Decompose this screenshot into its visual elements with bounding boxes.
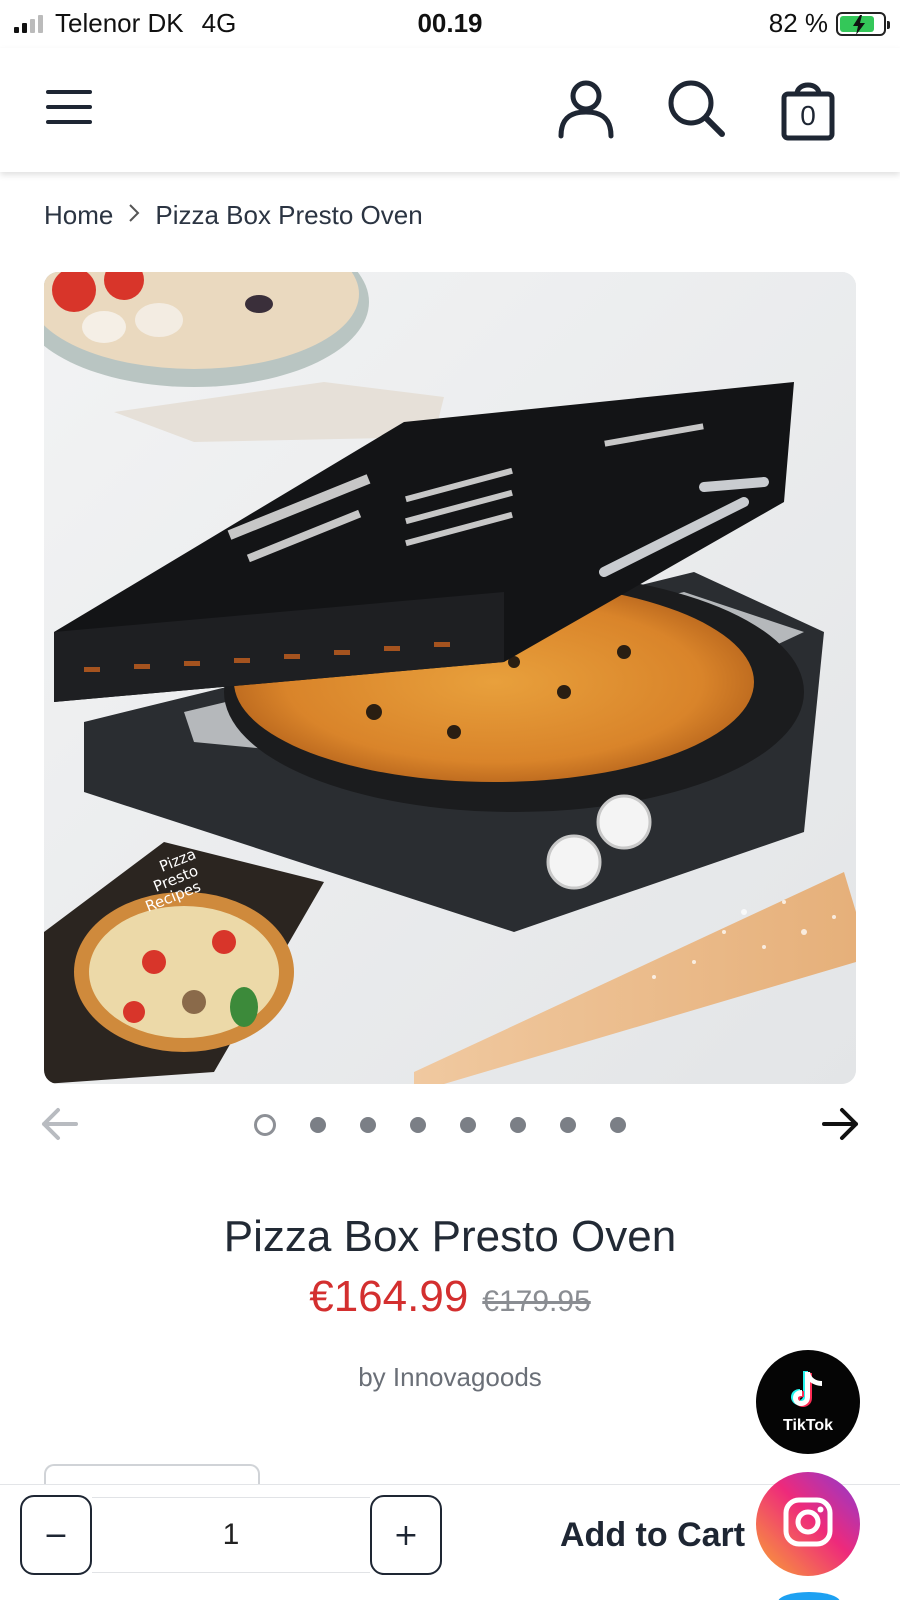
cart-count: 0 [800,100,816,131]
status-time: 00.19 [417,8,483,38]
account-icon[interactable] [556,78,616,145]
product-image[interactable]: Pizza Presto Recipes [44,272,856,1084]
carousel-dot[interactable] [410,1117,426,1133]
site-header: 0 [0,48,900,172]
breadcrumb: Home Pizza Box Presto Oven [44,200,423,231]
carousel-next-arrow-icon[interactable] [820,1106,860,1147]
tiktok-button[interactable]: TikTok [756,1350,860,1454]
vendor-link[interactable]: by Innovagoods [358,1362,542,1392]
carousel-dot[interactable] [460,1117,476,1133]
tiktok-label: TikTok [782,1416,834,1434]
battery-percent: 82 % [768,8,828,38]
carousel-dots [0,1114,900,1136]
carousel-dot[interactable] [310,1117,326,1133]
search-icon[interactable] [666,78,728,145]
tiktok-icon [790,1370,826,1415]
status-bar: Telenor DK 4G 00.19 82 % [0,0,900,48]
shopping-bag-icon[interactable]: 0 [780,78,836,142]
instagram-icon [782,1496,834,1553]
quantity-increase-button[interactable]: + [370,1495,442,1575]
carousel-dot[interactable] [610,1117,626,1133]
instagram-button[interactable] [756,1472,860,1576]
status-right: 82 % [768,8,890,39]
price-row: €164.99 €179.95 [0,1272,900,1322]
add-to-cart-button[interactable]: Add to Cart [560,1505,745,1565]
breadcrumb-current: Pizza Box Presto Oven [155,200,423,230]
product-title: Pizza Box Presto Oven [223,1212,677,1261]
carousel-dot[interactable] [254,1114,276,1136]
carousel-dot[interactable] [510,1117,526,1133]
chevron-right-icon [127,200,141,231]
carousel-dot[interactable] [360,1117,376,1133]
quantity-decrease-button[interactable]: − [20,1495,92,1575]
breadcrumb-home-link[interactable]: Home [44,200,113,231]
sale-price: €164.99 [309,1272,469,1321]
quantity-input[interactable] [92,1497,370,1573]
hamburger-menu-icon[interactable] [46,90,92,130]
compare-at-price: €179.95 [482,1285,591,1318]
battery-icon [836,11,890,36]
carousel-dot[interactable] [560,1117,576,1133]
